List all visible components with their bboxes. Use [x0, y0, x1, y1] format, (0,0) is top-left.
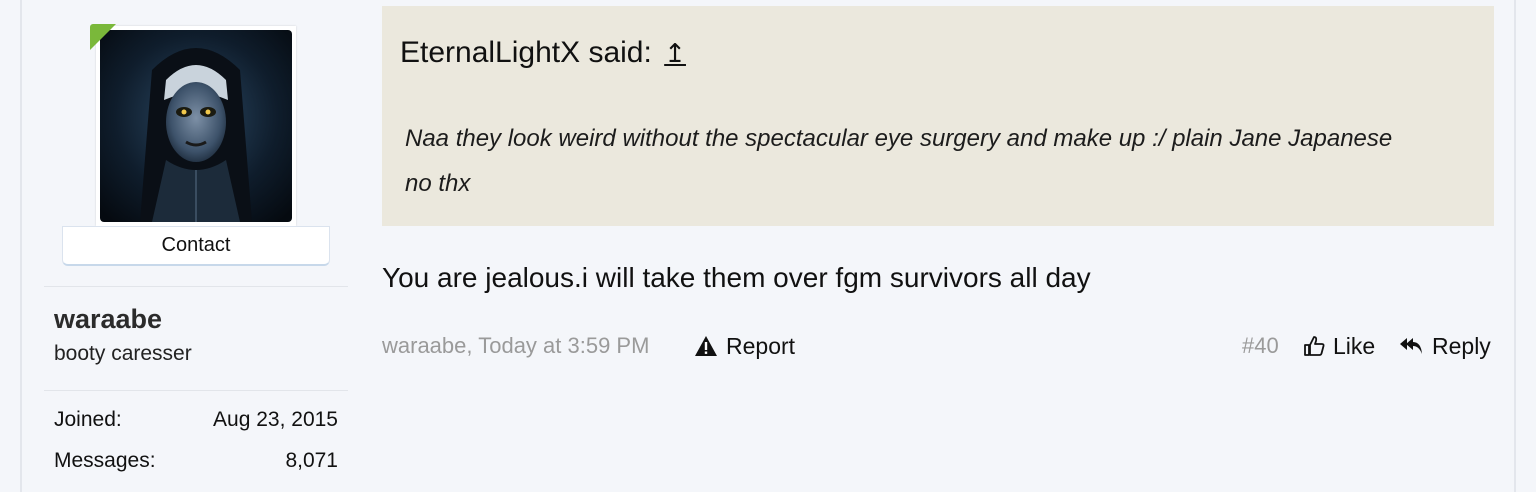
report-label: Report: [726, 333, 796, 359]
quote-header: EternalLightX said: ↥: [400, 36, 686, 70]
online-indicator: [90, 24, 116, 50]
warning-icon: [695, 336, 717, 356]
stat-label: Joined:: [54, 408, 122, 431]
reply-icon: [1400, 338, 1422, 354]
contact-button[interactable]: Contact: [62, 226, 330, 266]
post-container: Contact waraabe booty caresser Joined: A…: [0, 0, 1536, 492]
quote-block: EternalLightX said: ↥ Naa they look weir…: [382, 6, 1494, 226]
reply-button[interactable]: Reply: [1398, 333, 1491, 360]
avatar[interactable]: [96, 26, 296, 226]
quote-author[interactable]: EternalLightX said:: [400, 36, 652, 69]
right-border: [1514, 0, 1516, 492]
stat-label: Messages:: [54, 449, 156, 472]
post-meta[interactable]: waraabe, Today at 3:59 PM: [382, 333, 649, 359]
left-border: [20, 0, 22, 492]
sidebar-divider: [44, 286, 348, 287]
like-label: Like: [1333, 333, 1376, 359]
user-title: booty caresser: [54, 342, 192, 365]
post-number[interactable]: #40: [1242, 333, 1279, 359]
stat-value: 8,071: [285, 449, 338, 472]
sidebar-divider: [44, 390, 348, 391]
thumbs-up-icon: [1304, 336, 1325, 356]
avatar-image: [100, 30, 292, 222]
jump-to-quote-icon[interactable]: ↥: [664, 38, 686, 69]
like-button[interactable]: Like: [1303, 333, 1375, 360]
report-button[interactable]: Report: [694, 333, 795, 360]
reply-label: Reply: [1432, 333, 1491, 359]
username[interactable]: waraabe: [54, 304, 162, 335]
quote-text: Naa they look weird without the spectacu…: [405, 125, 1393, 197]
stat-value: Aug 23, 2015: [213, 408, 338, 431]
message-text: You are jealous.i will take them over fg…: [382, 262, 1091, 293]
